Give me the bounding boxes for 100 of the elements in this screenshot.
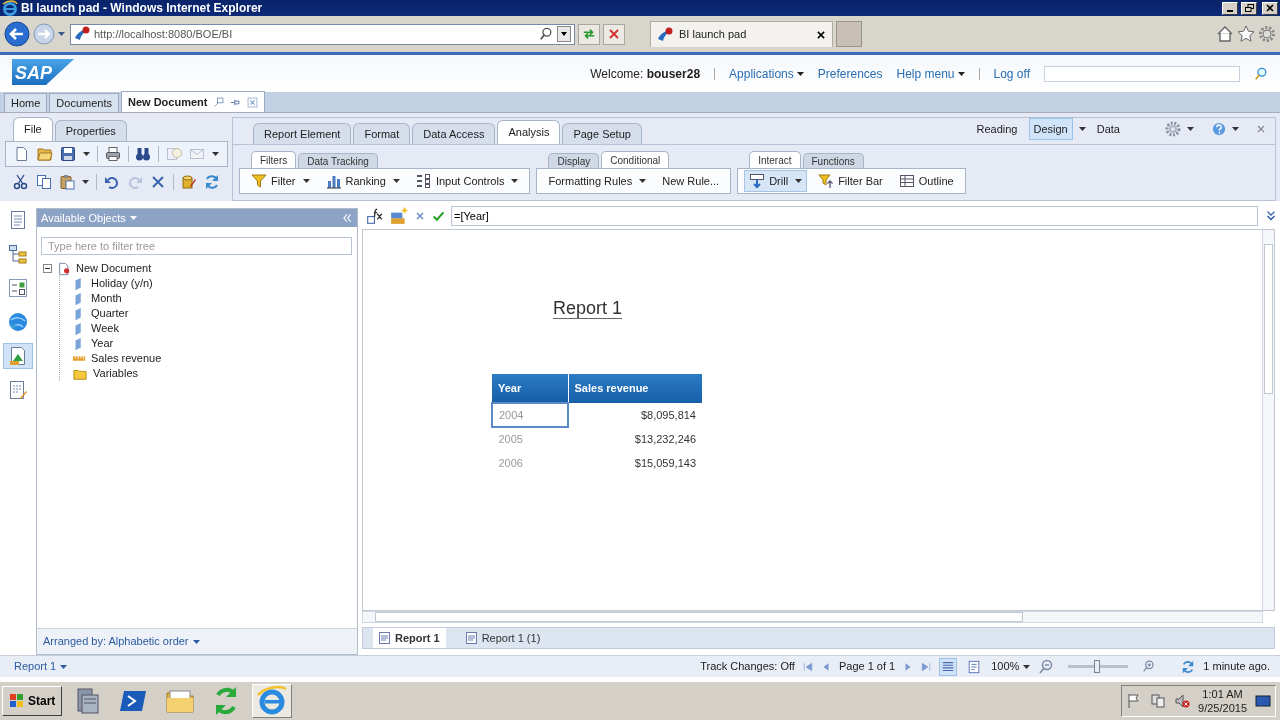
search-icon[interactable] xyxy=(539,27,553,41)
settings-icon[interactable] xyxy=(1258,25,1276,43)
tab[interactable]: Format xyxy=(353,123,411,144)
header-link[interactable]: Preferences xyxy=(817,64,883,83)
search-icon[interactable] xyxy=(1254,66,1268,81)
undo-icon[interactable] xyxy=(104,174,120,190)
cancel-icon[interactable] xyxy=(414,210,426,222)
header-link[interactable]: Help menu xyxy=(896,64,965,83)
toolbar-button[interactable]: New Rule... xyxy=(657,170,725,192)
tree-item[interactable]: New Document xyxy=(76,260,152,277)
tree-item[interactable]: Quarter xyxy=(91,305,129,322)
refresh-button[interactable] xyxy=(578,23,600,45)
volume-muted-icon[interactable] xyxy=(1174,693,1191,709)
formula-icon[interactable] xyxy=(366,207,384,225)
first-page-icon[interactable] xyxy=(802,661,813,672)
tab[interactable]: File xyxy=(13,117,53,141)
open-icon[interactable] xyxy=(37,146,53,162)
toolbar-button[interactable]: Filter Bar xyxy=(813,170,888,192)
forward-button[interactable] xyxy=(33,23,55,45)
report-menu[interactable]: Report 1 xyxy=(14,658,68,675)
app-tab[interactable]: New Document xyxy=(121,91,266,112)
tab[interactable]: Interact xyxy=(749,151,801,168)
settings-icon[interactable] xyxy=(1165,120,1181,137)
controls-icon xyxy=(415,173,432,189)
toolbar-button[interactable]: Ranking xyxy=(320,170,405,192)
toolbar-button[interactable]: Filter xyxy=(246,170,315,192)
help-icon[interactable] xyxy=(1212,121,1226,136)
toolbar-button[interactable]: Formatting Rules xyxy=(543,170,652,192)
dropdown-icon[interactable] xyxy=(557,26,571,42)
view-mode-tab[interactable]: Design xyxy=(1028,117,1073,140)
show-desktop-icon[interactable] xyxy=(1255,693,1271,709)
tab[interactable]: Conditional xyxy=(601,151,670,168)
app-tab[interactable]: Documents xyxy=(49,93,119,112)
collapse-icon[interactable] xyxy=(43,264,52,273)
report-tab[interactable]: Report 1 (1) xyxy=(459,627,547,649)
vertical-scrollbar[interactable] xyxy=(1262,230,1274,610)
tab[interactable]: Report Element xyxy=(253,123,352,144)
app-tab[interactable]: Home xyxy=(4,93,48,112)
close-icon[interactable] xyxy=(816,29,826,40)
binoculars-icon[interactable] xyxy=(135,146,152,162)
expand-icon[interactable] xyxy=(1264,209,1278,223)
search-field[interactable] xyxy=(1044,65,1240,82)
tab[interactable]: Analysis xyxy=(497,120,561,144)
zoom-slider[interactable] xyxy=(1093,660,1100,673)
database-icon[interactable] xyxy=(181,174,197,190)
header-link[interactable]: Applications xyxy=(729,64,804,83)
toolbar-button[interactable]: Input Controls xyxy=(410,170,524,192)
page-view-button[interactable] xyxy=(939,657,958,676)
print-icon[interactable] xyxy=(104,146,121,162)
tab[interactable]: Functions xyxy=(802,153,864,168)
start-button[interactable]: Start xyxy=(2,686,63,716)
cut-icon[interactable] xyxy=(13,174,29,190)
toolbar-button[interactable]: Drill xyxy=(744,170,808,192)
tab[interactable]: Data Tracking xyxy=(298,153,378,168)
copy-icon[interactable] xyxy=(36,174,52,190)
zoom-menu[interactable]: 100% xyxy=(991,658,1031,675)
taskbar-app[interactable] xyxy=(252,684,293,718)
filter-field[interactable]: Type here to filter tree xyxy=(41,237,352,255)
formula-editor-icon[interactable] xyxy=(390,207,408,225)
tree-item[interactable]: Week xyxy=(91,320,119,337)
tree-item[interactable]: Month xyxy=(91,290,122,307)
star-icon[interactable] xyxy=(1237,25,1255,43)
close-button[interactable] xyxy=(1262,1,1278,15)
toolbar-button[interactable]: Outline xyxy=(893,170,959,192)
formula-field[interactable]: =[Year] xyxy=(451,206,1258,226)
tab[interactable]: Properties xyxy=(54,120,127,141)
detach-icon[interactable] xyxy=(213,96,225,108)
browser-tab[interactable]: BI launch pad xyxy=(650,21,833,47)
tree-item[interactable]: Holiday (y/n) xyxy=(91,275,153,292)
tab[interactable]: Page Setup xyxy=(562,123,642,144)
refresh-icon[interactable] xyxy=(204,174,220,190)
address-bar[interactable]: http://localhost:8080/BOE/BI xyxy=(70,23,575,45)
zoom-in-icon[interactable] xyxy=(1142,660,1156,673)
horizontal-scrollbar[interactable] xyxy=(362,611,1263,623)
save-icon[interactable] xyxy=(60,146,76,162)
collapse-panel-icon[interactable] xyxy=(341,212,353,224)
paste-icon[interactable] xyxy=(59,174,75,190)
check-icon[interactable] xyxy=(432,209,445,223)
view-mode-tab[interactable]: Data xyxy=(1091,117,1125,140)
stop-button[interactable] xyxy=(603,23,625,45)
zoom-out-icon[interactable] xyxy=(1038,658,1055,675)
sidebar-button[interactable] xyxy=(3,343,33,369)
tab[interactable]: Display xyxy=(548,153,600,168)
view-mode-tab[interactable]: Reading xyxy=(971,117,1023,140)
home-icon[interactable] xyxy=(1216,25,1234,43)
tree-item[interactable]: Variables xyxy=(93,365,139,382)
new-icon[interactable] xyxy=(14,146,30,162)
network-icon[interactable] xyxy=(1150,693,1167,709)
tab[interactable]: Filters xyxy=(251,151,297,168)
header-link[interactable]: Log off xyxy=(993,64,1030,83)
tree-item[interactable]: Year xyxy=(91,335,114,352)
report-tab[interactable]: Report 1 xyxy=(373,627,446,649)
minimize-button[interactable] xyxy=(1222,1,1238,15)
tab[interactable]: Data Access xyxy=(412,123,496,144)
delete-icon[interactable] xyxy=(150,174,166,190)
restore-button[interactable] xyxy=(1241,1,1257,15)
back-button[interactable] xyxy=(4,21,30,47)
refresh-icon[interactable] xyxy=(1181,659,1196,674)
last-page-icon[interactable] xyxy=(921,661,932,672)
tree-item[interactable]: Sales revenue xyxy=(91,350,162,367)
